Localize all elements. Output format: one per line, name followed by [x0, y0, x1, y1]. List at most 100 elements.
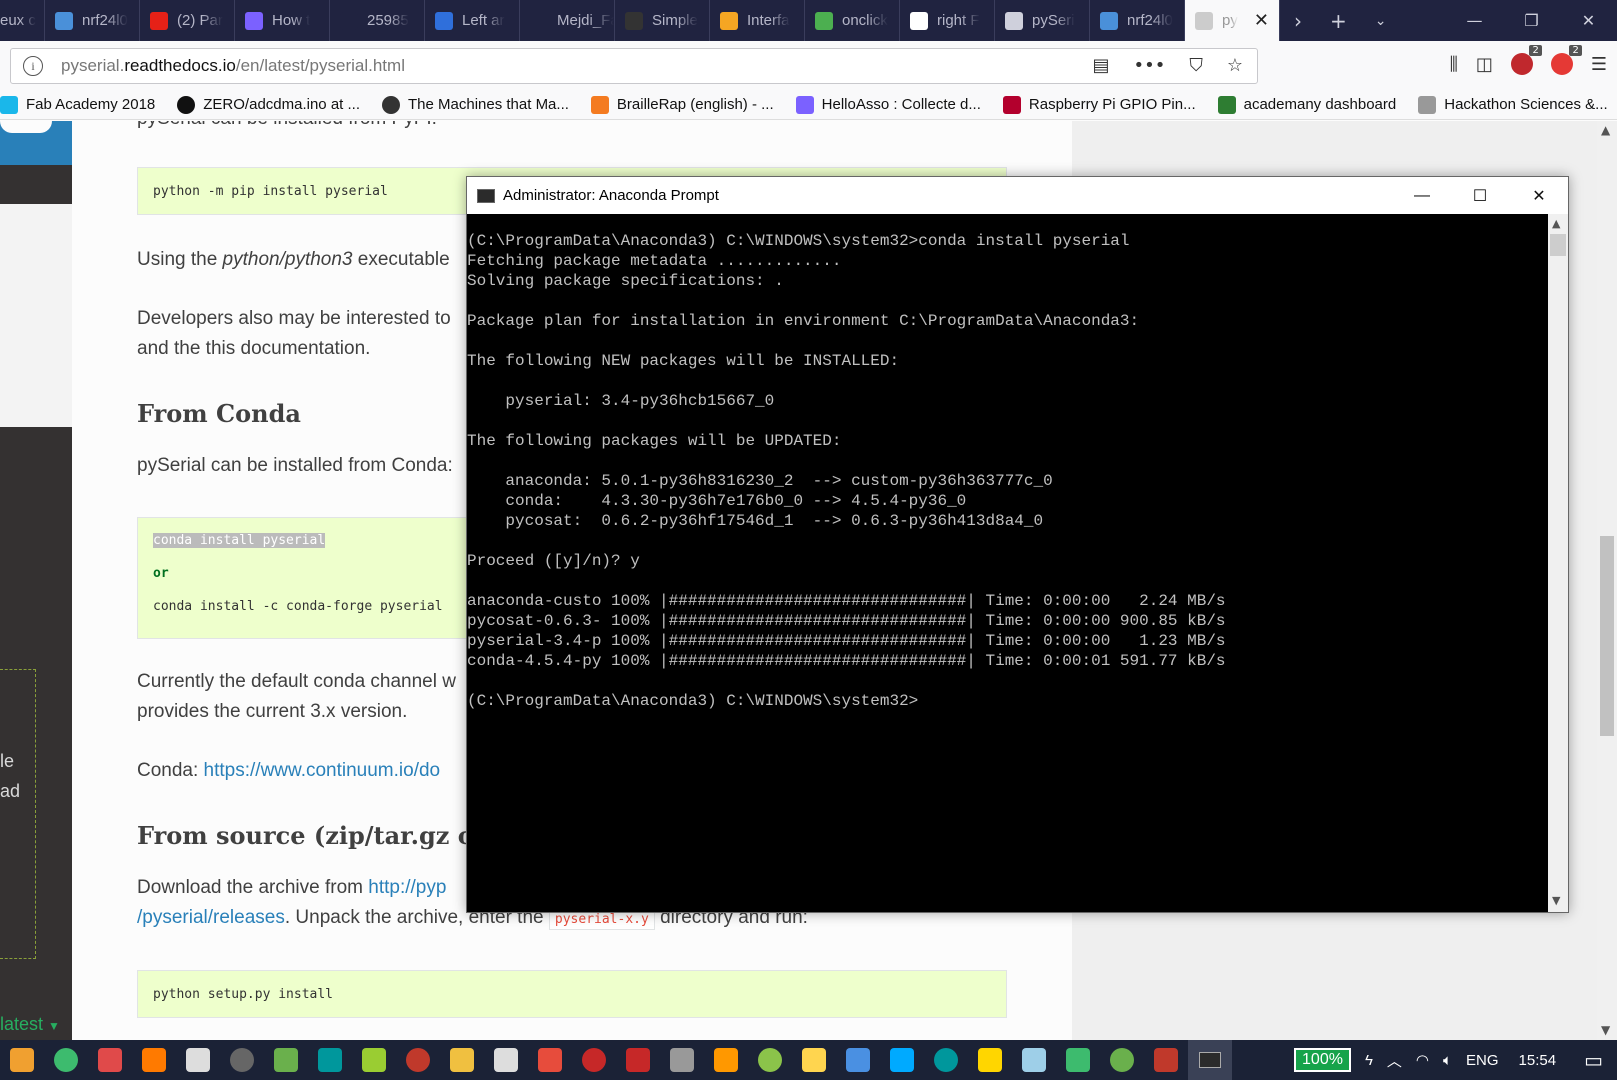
reader-view-icon[interactable]: ▤ [1092, 55, 1109, 76]
bookmark-item[interactable]: Hackathon Sciences &... [1418, 95, 1608, 114]
ublock-icon[interactable]: 2 [1510, 45, 1542, 75]
taskbar-app-icon[interactable] [890, 1048, 914, 1072]
power-icon[interactable]: ϟ [1365, 1052, 1373, 1069]
browser-tab[interactable]: nrf24l0 [1090, 0, 1185, 41]
wifi-icon[interactable]: ◠ [1416, 1051, 1429, 1069]
restore-icon[interactable]: ❐ [1503, 0, 1560, 41]
taskbar-app-icon[interactable] [230, 1048, 254, 1072]
url-text[interactable]: pyserial.readthedocs.io/en/latest/pyseri… [61, 56, 405, 76]
battery-indicator[interactable]: 100% [1294, 1048, 1351, 1072]
browser-tab[interactable]: nrf24l0 [45, 0, 140, 41]
taskbar-app-icon[interactable] [450, 1048, 474, 1072]
taskbar-app-icon[interactable] [186, 1048, 210, 1072]
browser-tab[interactable]: 25985 [330, 0, 425, 41]
url-bar[interactable]: i pyserial.readthedocs.io/en/latest/pyse… [10, 48, 1258, 84]
active-tab[interactable]: py ✕ [1185, 0, 1280, 41]
menu-icon[interactable]: ☰ [1591, 54, 1607, 75]
bookmark-label: Raspberry Pi GPIO Pin... [1028, 96, 1196, 113]
scroll-up-icon[interactable]: ▲ [1601, 123, 1610, 137]
taskbar-app-icon[interactable] [494, 1048, 518, 1072]
tab-list-icon[interactable]: ⌄ [1375, 13, 1387, 29]
minimize-icon[interactable]: — [1393, 177, 1451, 214]
scroll-down-icon[interactable]: ▼ [1552, 894, 1560, 907]
taskbar-console-icon[interactable] [1188, 1040, 1232, 1080]
taskbar-app-icon[interactable] [362, 1048, 386, 1072]
notifications-icon[interactable]: ▭ [1584, 1048, 1603, 1073]
close-icon[interactable]: ✕ [1560, 0, 1617, 41]
taskbar-app-icon[interactable] [142, 1048, 166, 1072]
conda-link[interactable]: https://www.continuum.io/do [204, 760, 441, 781]
clock[interactable]: 15:54 [1519, 1052, 1557, 1069]
browser-tab[interactable]: Simple [615, 0, 710, 41]
version-selector[interactable]: latest ▼ [0, 1014, 60, 1035]
browser-tab[interactable]: Interfa [710, 0, 805, 41]
taskbar-app-icon[interactable] [54, 1048, 78, 1072]
scroll-up-icon[interactable]: ▲ [1552, 217, 1560, 230]
taskbar-app-icon[interactable] [538, 1048, 562, 1072]
browser-tab[interactable]: (2) Par [140, 0, 235, 41]
taskbar-app-icon[interactable] [1022, 1048, 1046, 1072]
minimize-icon[interactable]: — [1446, 0, 1503, 41]
language-indicator[interactable]: ENG [1466, 1052, 1499, 1069]
releases-link[interactable]: /pyserial/releases [137, 907, 285, 928]
bookmark-item[interactable]: Raspberry Pi GPIO Pin... [1002, 95, 1196, 114]
bookmark-item[interactable]: BrailleRap (english) - ... [590, 95, 774, 114]
console-output[interactable]: (C:\ProgramData\Anaconda3) C:\WINDOWS\sy… [467, 214, 1548, 912]
close-icon[interactable]: ✕ [1510, 177, 1568, 214]
anaconda-prompt-window[interactable]: Administrator: Anaconda Prompt — ☐ ✕ (C:… [466, 176, 1569, 913]
library-icon[interactable]: ⫼ [1450, 54, 1458, 75]
taskbar-app-icon[interactable] [978, 1048, 1002, 1072]
scroll-down-icon[interactable]: ▼ [1601, 1023, 1610, 1037]
taskbar-app-icon[interactable] [1110, 1048, 1134, 1072]
console-scrollbar[interactable]: ▲ ▼ [1548, 214, 1568, 912]
close-tab-icon[interactable]: ✕ [1254, 10, 1269, 31]
bookmark-item[interactable]: ZERO/adcdma.ino at ... [177, 95, 360, 114]
taskbar-app-icon[interactable] [846, 1048, 870, 1072]
bookmark-item[interactable]: The Machines that Ma... [382, 95, 569, 114]
taskbar-app-icon[interactable] [98, 1048, 122, 1072]
browser-tab[interactable]: onclick [805, 0, 900, 41]
taskbar-app-icon[interactable] [758, 1048, 782, 1072]
bookmark-item[interactable]: academany dashboard [1217, 95, 1396, 114]
scrollbar-thumb[interactable] [1600, 536, 1614, 736]
taskbar-app-icon[interactable] [274, 1048, 298, 1072]
scroll-tabs-icon[interactable]: › [1294, 9, 1302, 33]
taskbar-app-icon[interactable] [670, 1048, 694, 1072]
taskbar-app-icon[interactable] [1066, 1048, 1090, 1072]
heading-from-conda: From Conda [137, 399, 301, 428]
browser-tab[interactable]: Mejdi_Fab [520, 0, 615, 41]
taskbar-app-icon[interactable] [714, 1048, 738, 1072]
browser-tab[interactable]: Left ar [425, 0, 520, 41]
sidebar-text: le [0, 751, 15, 771]
browser-tab[interactable]: How t [235, 0, 330, 41]
page-actions-icon[interactable]: ••• [1134, 55, 1166, 76]
bookmark-star-icon[interactable]: ☆ [1227, 55, 1243, 76]
scrollbar-thumb[interactable] [1550, 234, 1566, 256]
site-info-icon[interactable]: i [23, 56, 43, 76]
volume-icon[interactable]: 🔈︎ [1443, 1052, 1452, 1069]
window-title-bar[interactable]: Administrator: Anaconda Prompt — ☐ ✕ [467, 177, 1568, 214]
tray-expand-icon[interactable]: ︿ [1387, 1050, 1402, 1071]
sidebar-toggle-icon[interactable]: ◫ [1476, 54, 1493, 75]
taskbar-app-icon[interactable] [626, 1048, 650, 1072]
bookmark-item[interactable]: HelloAsso : Collecte d... [795, 95, 981, 114]
pocket-icon[interactable]: ⛉ [1189, 55, 1203, 76]
tab-strip: eux c nrf24l0 (2) Par How t 25985 Left ar Mejd… [0, 0, 1617, 41]
maximize-icon[interactable]: ☐ [1451, 177, 1509, 214]
taskbar-app-icon[interactable] [318, 1048, 342, 1072]
pypi-link[interactable]: http://pyp [368, 877, 446, 898]
tab-label: 25985 [367, 12, 409, 29]
bookmark-item[interactable]: Fab Academy 2018 [0, 95, 155, 114]
taskbar-app-icon[interactable] [802, 1048, 826, 1072]
page-scrollbar[interactable]: ▲ ▼ [1597, 121, 1617, 1040]
browser-tab[interactable]: pySeri [995, 0, 1090, 41]
browser-tab[interactable]: eux c [0, 0, 45, 41]
taskbar-app-icon[interactable] [934, 1048, 958, 1072]
taskbar-app-icon[interactable] [406, 1048, 430, 1072]
browser-tab[interactable]: right F [900, 0, 995, 41]
taskbar-app-icon[interactable] [10, 1048, 34, 1072]
taskbar-app-icon[interactable] [1154, 1048, 1178, 1072]
taskbar-app-icon[interactable] [582, 1048, 606, 1072]
new-tab-icon[interactable]: + [1330, 9, 1347, 33]
adblock-icon[interactable]: 2 [1550, 45, 1582, 75]
